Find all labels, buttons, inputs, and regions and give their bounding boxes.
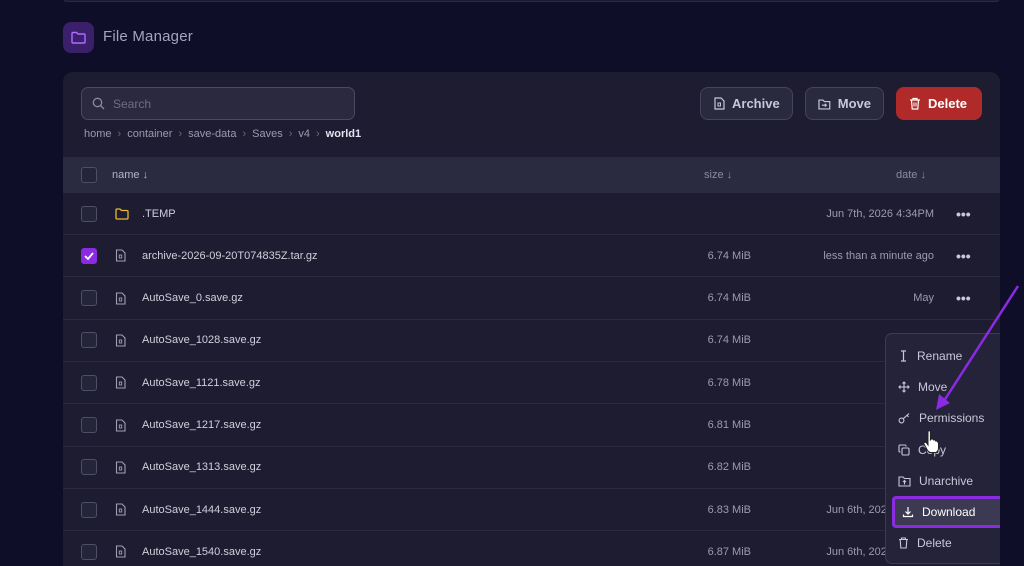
breadcrumb-current: world1 (325, 128, 362, 140)
chevron-right-icon: › (316, 128, 320, 140)
select-all-checkbox[interactable] (81, 167, 97, 183)
column-name-header[interactable]: name ↓ (112, 169, 148, 181)
trash-icon (910, 97, 920, 110)
folder-move-icon (818, 98, 831, 109)
delete-button[interactable]: Delete (896, 87, 982, 120)
table-row[interactable]: AutoSave_1444.save.gz 6.83 MiB Jun 6th, 20… (63, 489, 1000, 532)
annotation-arrow-icon (936, 285, 1020, 410)
archive-file-icon (115, 545, 126, 558)
column-date-header[interactable]: date ↓ (896, 169, 926, 181)
table-row[interactable]: AutoSave_1540.save.gz 6.87 MiB Jun 6th, 20… (63, 531, 1000, 566)
file-name[interactable]: archive-2026-09-20T074835Z.tar.gz (142, 250, 318, 262)
archive-file-icon (714, 97, 725, 110)
key-icon (898, 413, 910, 424)
file-panel: Archive Move Delete home › container › sav… (63, 72, 1000, 566)
row-checkbox[interactable] (81, 290, 97, 307)
file-name[interactable]: AutoSave_1313.save.gz (142, 461, 261, 473)
breadcrumb-v4[interactable]: v4 (298, 128, 310, 140)
checkmark-icon (84, 252, 94, 260)
row-checkbox[interactable] (81, 374, 97, 391)
file-date: less than a minute ago (823, 249, 934, 262)
menu-item-download[interactable]: Download (892, 496, 1000, 528)
file-size: 6.74 MiB (707, 334, 751, 347)
search-input[interactable] (113, 96, 333, 111)
table-row[interactable]: AutoSave_1217.save.gz6.81 MiBJu••• (63, 405, 1000, 447)
row-checkbox[interactable] (81, 417, 97, 433)
file-size: 6.74 MiB (707, 292, 751, 305)
search-box[interactable] (81, 87, 355, 120)
table-row[interactable]: AutoSave_1028.save.gz6.74 MiBJu••• (63, 320, 1000, 362)
table-header: name ↓ size ↓ date ↓ (63, 157, 1000, 193)
menu-item-label: Download (922, 505, 976, 520)
file-name[interactable]: AutoSave_1028.save.gz (142, 334, 261, 346)
hand-pointer-icon (923, 430, 939, 453)
menu-item-unarchive[interactable]: Unarchive (886, 465, 1000, 496)
column-size-header[interactable]: size ↓ (704, 169, 732, 181)
row-checkbox[interactable] (81, 332, 97, 349)
chevron-right-icon: › (242, 128, 247, 140)
row-checkbox[interactable] (81, 247, 97, 264)
file-size: 6.81 MiB (707, 419, 751, 431)
delete-label: Delete (928, 96, 968, 111)
row-menu-icon[interactable]: ••• (956, 206, 971, 222)
menu-item-copy[interactable]: Copy (886, 434, 1000, 465)
table-row[interactable]: AutoSave_1121.save.gz6.78 MiBJu••• (63, 362, 1000, 405)
breadcrumb-saves[interactable]: Saves (252, 128, 283, 140)
top-bar (63, 0, 1000, 2)
chevron-right-icon: › (178, 128, 183, 140)
copy-icon (898, 443, 910, 456)
file-name[interactable]: AutoSave_0.save.gz (142, 292, 243, 304)
breadcrumb-container[interactable]: container (127, 128, 172, 140)
row-checkbox[interactable] (81, 459, 97, 476)
row-checkbox[interactable] (81, 501, 97, 518)
menu-item-label: Unarchive (919, 473, 974, 488)
move-label: Move (837, 96, 871, 111)
file-name[interactable]: AutoSave_1540.save.gz (142, 546, 261, 558)
chevron-right-icon: › (117, 128, 122, 140)
trash-icon (899, 537, 908, 549)
folder-icon (115, 207, 129, 220)
file-name[interactable]: AutoSave_1217.save.gz (142, 419, 261, 431)
file-name[interactable]: AutoSave_1121.save.gz (142, 377, 260, 389)
archive-file-icon (115, 334, 126, 347)
archive-button[interactable]: Archive (700, 87, 793, 120)
search-icon (92, 97, 105, 110)
file-size: 6.78 MiB (707, 376, 751, 389)
breadcrumb-home[interactable]: home (84, 128, 112, 140)
archive-label: Archive (732, 96, 780, 111)
archive-file-icon (115, 503, 126, 516)
file-name[interactable]: .TEMP (142, 208, 176, 220)
menu-item-delete[interactable]: Delete (886, 528, 1000, 559)
archive-file-icon (115, 376, 126, 389)
file-size: 6.87 MiB (707, 545, 751, 558)
unarchive-icon (898, 476, 911, 487)
move-icon (898, 381, 910, 393)
text-cursor-icon (901, 350, 906, 362)
table-row[interactable]: .TEMP Jun 7th, 2026 4:34PM ••• (63, 193, 1000, 235)
download-icon (902, 507, 914, 518)
row-checkbox[interactable] (81, 543, 97, 560)
archive-file-icon (115, 249, 126, 262)
row-checkbox[interactable] (81, 205, 97, 222)
table-row[interactable]: AutoSave_1313.save.gz6.82 MiBJ••• (63, 447, 1000, 489)
file-date: Jun 7th, 2026 4:34PM (826, 207, 934, 220)
breadcrumb-save-data[interactable]: save-data (188, 128, 236, 140)
file-size: 6.74 MiB (707, 249, 751, 262)
archive-file-icon (115, 461, 126, 474)
breadcrumb: home › container › save-data › Saves › v4 › w… (84, 128, 361, 140)
table-row[interactable]: AutoSave_0.save.gz 6.74 MiB May ••• (63, 278, 1000, 320)
row-menu-icon[interactable]: ••• (956, 248, 971, 264)
folder-icon (63, 22, 94, 53)
file-size: 6.83 MiB (707, 503, 751, 516)
page-title: File Manager (103, 28, 193, 45)
archive-file-icon (115, 292, 126, 305)
chevron-right-icon: › (288, 128, 293, 140)
move-button[interactable]: Move (805, 87, 884, 120)
file-size: 6.82 MiB (707, 461, 751, 474)
archive-file-icon (115, 418, 126, 432)
menu-item-label: Delete (917, 536, 952, 551)
table-row[interactable]: archive-2026-09-20T074835Z.tar.gz 6.74 Mi… (63, 235, 1000, 278)
file-name[interactable]: AutoSave_1444.save.gz (142, 504, 261, 516)
